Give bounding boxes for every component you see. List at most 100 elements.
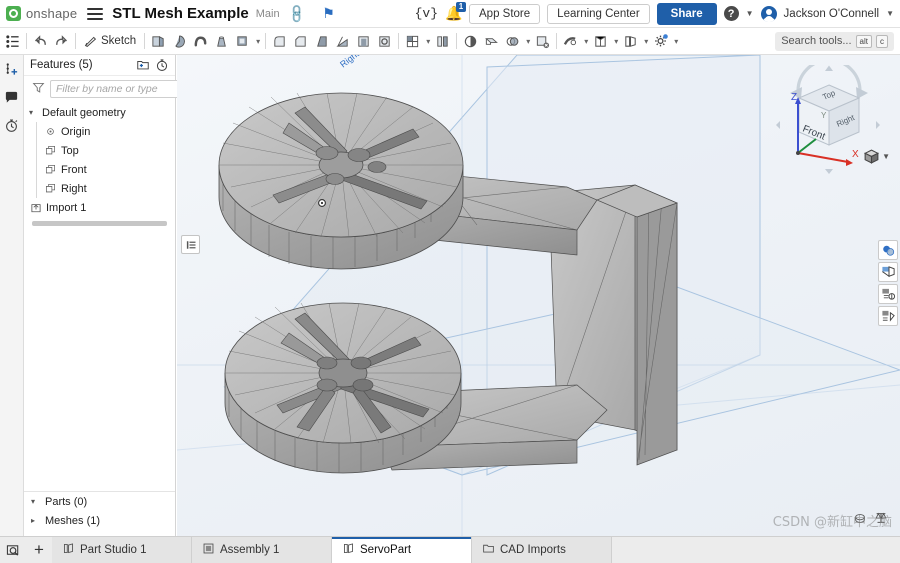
import-icon (29, 202, 42, 214)
tab-part-studio-1[interactable]: Part Studio 1 (52, 537, 192, 563)
loft-tool[interactable] (211, 30, 232, 53)
insert-chevron-down-icon[interactable]: ▾ (612, 37, 620, 46)
sheet-metal-tool[interactable] (560, 30, 581, 53)
panel-list-icon[interactable] (181, 235, 200, 254)
render-settings-icon[interactable] (878, 284, 898, 304)
cube-dropdown-icon (864, 149, 880, 164)
variable-studio-icon[interactable]: {v} (415, 6, 438, 21)
thicken-tool[interactable] (232, 30, 253, 53)
learning-center-button[interactable]: Learning Center (547, 3, 650, 24)
help-icon[interactable]: ? (723, 6, 739, 21)
revolve-tool[interactable] (169, 30, 190, 53)
origin-icon (44, 126, 57, 137)
help-chevron-down-icon[interactable]: ▼ (746, 9, 754, 18)
solids-chevron-down-icon[interactable]: ▾ (254, 37, 262, 46)
sketch-button[interactable]: Sketch (79, 30, 141, 53)
lower-hub (224, 302, 462, 474)
mirror-tool[interactable] (432, 30, 453, 53)
fillet-tool[interactable] (269, 30, 290, 53)
toolbar-divider (456, 33, 458, 49)
appearance-panel-icon[interactable] (878, 240, 898, 260)
notification-bell[interactable]: 🔔 1 (445, 2, 467, 22)
pattern-chevron-down-icon[interactable]: ▾ (424, 37, 432, 46)
boolean-tool[interactable] (502, 30, 523, 53)
view-orientation-menu[interactable]: ▼ (863, 148, 890, 165)
hamburger-icon[interactable] (87, 7, 104, 20)
pattern-tool[interactable] (402, 30, 423, 53)
left-rail (0, 55, 24, 536)
rollback-bar[interactable] (32, 221, 167, 226)
avatar[interactable] (760, 5, 777, 22)
sheetmetal-chevron-down-icon[interactable]: ▾ (582, 37, 590, 46)
search-input[interactable] (50, 80, 197, 98)
chevron-right-icon[interactable]: ▸ (31, 516, 40, 525)
tab-assembly-1[interactable]: Assembly 1 (192, 537, 332, 563)
part-studio-icon (62, 542, 75, 558)
meshes-section[interactable]: ▸ Meshes (1) (24, 511, 175, 530)
tab-servopart[interactable]: ServoPart (332, 537, 472, 563)
history-icon[interactable] (4, 118, 19, 133)
tab-search-icon[interactable] (0, 537, 26, 563)
tree-item-plane-top[interactable]: Top (24, 141, 175, 160)
settings-chevron-down-icon[interactable]: ▾ (672, 37, 680, 46)
measure-icon[interactable] (853, 511, 867, 528)
insert-part-tool[interactable] (590, 30, 611, 53)
section-view-icon[interactable] (878, 306, 898, 326)
viewport-right-toolbar (878, 240, 898, 326)
settings-tool[interactable] (650, 30, 671, 53)
tree-item-plane-front[interactable]: Front (24, 160, 175, 179)
feature-list-icon[interactable] (2, 30, 23, 53)
comment-icon[interactable] (4, 90, 19, 105)
redo-button[interactable] (51, 30, 72, 53)
page-title: STL Mesh Example (112, 5, 249, 22)
boolean-chevron-down-icon[interactable]: ▾ (524, 37, 532, 46)
add-tab-button[interactable]: + (26, 537, 52, 563)
pin-icon[interactable]: ⚑ (321, 5, 337, 22)
chamfer-tool[interactable] (290, 30, 311, 53)
draft-tool[interactable] (311, 30, 332, 53)
tree-item-default-geometry[interactable]: ▾ Default geometry (24, 103, 175, 122)
chevron-down-icon[interactable]: ▾ (31, 497, 40, 506)
funnel-icon[interactable] (32, 81, 45, 97)
view-chevron-down-icon[interactable]: ▼ (882, 152, 890, 161)
branch-label: Main (255, 7, 280, 20)
tree-item-plane-right[interactable]: Right (24, 179, 175, 198)
extrude-tool[interactable] (148, 30, 169, 53)
assembly-chevron-down-icon[interactable]: ▾ (642, 37, 650, 46)
new-folder-icon[interactable] (136, 58, 150, 72)
user-chevron-down-icon[interactable]: ▼ (886, 9, 894, 18)
tree-item-import-1[interactable]: Import 1 (24, 198, 175, 217)
tab-label: Part Studio 1 (80, 544, 147, 556)
app-store-button[interactable]: App Store (469, 3, 541, 24)
toolbar-divider (26, 33, 27, 49)
tree-item-origin[interactable]: Origin (24, 122, 175, 141)
hole-tool[interactable] (374, 30, 395, 53)
undo-button[interactable] (30, 30, 51, 53)
shell-tool[interactable] (353, 30, 374, 53)
transform-tool[interactable] (460, 30, 481, 53)
chevron-down-icon[interactable]: ▾ (29, 108, 38, 117)
share-button[interactable]: Share (656, 2, 717, 25)
toolbar-divider (398, 33, 400, 49)
parts-section[interactable]: ▾ Parts (0) (24, 492, 175, 511)
tab-label: ServoPart (360, 544, 412, 556)
brand-area[interactable]: onshape (0, 6, 77, 21)
assembly-tool[interactable] (620, 30, 641, 53)
delete-face-tool[interactable] (532, 30, 553, 53)
insert-feature-icon[interactable] (4, 62, 19, 77)
graphics-viewport[interactable]: Right Top Front Right Z X Y ▼ CSDN @新缸中之… (177, 55, 900, 536)
mass-properties-icon[interactable] (874, 511, 888, 528)
split-tool[interactable] (481, 30, 502, 53)
toolbar-divider (265, 33, 267, 49)
link-icon[interactable]: 🔗 (285, 2, 308, 25)
search-tools-input[interactable]: Search tools... alt c (775, 31, 894, 51)
display-state-icon[interactable] (878, 262, 898, 282)
tree-item-label: Import 1 (46, 201, 87, 214)
tree-item-label: Top (61, 144, 79, 157)
sweep-tool[interactable] (190, 30, 211, 53)
tab-cad-imports[interactable]: CAD Imports (472, 537, 612, 563)
rib-tool[interactable] (332, 30, 353, 53)
shortcut-alt-key: alt (855, 34, 872, 48)
viewcube-axis-z: Z (791, 92, 797, 103)
rollback-icon[interactable] (155, 58, 169, 72)
